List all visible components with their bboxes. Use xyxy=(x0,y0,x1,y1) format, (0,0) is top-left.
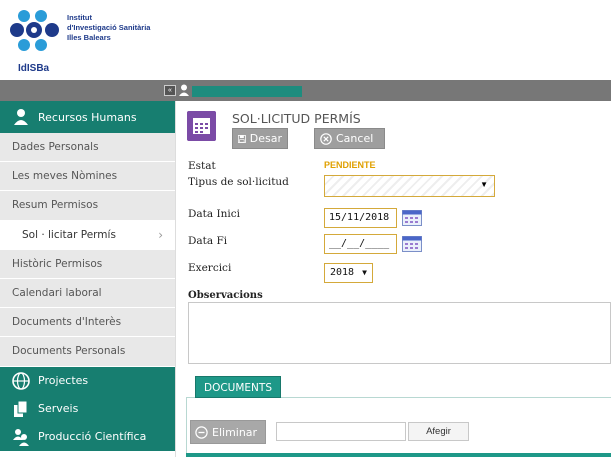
delete-document-button[interactable]: Eliminar xyxy=(190,420,266,444)
save-button-label: Desar xyxy=(249,132,282,145)
person-icon xyxy=(14,109,28,125)
cancel-circle-icon xyxy=(320,132,332,145)
institute-abbreviation: IdISBa xyxy=(18,63,50,74)
sidebar-section-recursos-humans[interactable]: Recursos Humans xyxy=(0,101,175,133)
sidebar-item-resum-permisos[interactable]: Resum Permisos xyxy=(0,191,175,221)
save-button[interactable]: Desar xyxy=(232,128,288,149)
institute-name: Institut d'Investigació Sanitària Illes … xyxy=(67,13,151,42)
sidebar-item-nomines[interactable]: Les meves Nòmines xyxy=(0,162,175,192)
sidebar-item-dades-personals[interactable]: Dades Personals xyxy=(0,133,175,163)
institute-logo-icon xyxy=(10,10,59,51)
sidebar-item-label: Calendari laboral xyxy=(12,287,102,300)
chevron-right-icon: › xyxy=(158,227,163,242)
calendar-picker-icon[interactable] xyxy=(402,210,422,226)
tab-documents[interactable]: DOCUMENTS xyxy=(195,376,281,398)
sidebar-section-label: Recursos Humans xyxy=(38,110,137,124)
sidebar-item-label: Resum Permisos xyxy=(12,199,99,212)
sidebar-section-label: Projectes xyxy=(38,374,89,387)
sidebar-item-historic-permisos[interactable]: Històric Permisos xyxy=(0,249,175,279)
add-document-button[interactable]: Afegir xyxy=(408,422,469,441)
data-fi-input[interactable]: __/__/____ xyxy=(324,234,397,254)
dropdown-arrow-icon: ▼ xyxy=(362,268,367,277)
sidebar-item-calendari-laboral[interactable]: Calendari laboral xyxy=(0,278,175,309)
cancel-button-label: Cancel xyxy=(336,132,374,145)
user-icon xyxy=(179,84,189,96)
collapse-sidebar-button[interactable]: « xyxy=(164,85,176,96)
top-bar xyxy=(0,80,611,101)
page-title: SOL·LICITUD PERMÍS xyxy=(232,111,361,126)
estat-label: Estat xyxy=(188,160,216,172)
data-fi-label: Data Fi xyxy=(188,235,228,247)
sidebar-item-label: Històric Permisos xyxy=(12,257,103,270)
documents-bottom-bar xyxy=(186,453,611,457)
exercici-select[interactable]: 2018 ▼ xyxy=(324,263,373,283)
floppy-disk-icon xyxy=(238,134,246,143)
exercici-label: Exercici xyxy=(188,262,232,274)
sidebar: Recursos Humans Dades Personals Les meve… xyxy=(0,101,176,457)
sidebar-section-label: Producció Científica xyxy=(38,430,147,443)
main-content: SOL·LICITUD PERMÍS Desar Cancel Estat PE… xyxy=(176,101,611,457)
user-name-bar[interactable] xyxy=(192,86,302,97)
dropdown-arrow-icon: ▼ xyxy=(480,180,488,189)
sidebar-section-label: Serveis xyxy=(38,402,79,415)
tipus-sollicitud-select[interactable]: ▼ xyxy=(324,175,495,197)
sidebar-section-projectes[interactable]: Projectes xyxy=(0,366,175,395)
delete-button-label: Eliminar xyxy=(212,425,258,439)
observacions-textarea[interactable] xyxy=(188,302,611,364)
sidebar-item-label: Les meves Nòmines xyxy=(12,170,118,183)
sidebar-item-documents-interes[interactable]: Documents d'Interès xyxy=(0,308,175,338)
tipus-sollicitud-label: Tipus de sol·licitud xyxy=(188,176,289,188)
documents-icon xyxy=(14,400,28,417)
sidebar-item-label: Documents d'Interès xyxy=(12,316,122,329)
sidebar-section-produccio-cientifica[interactable]: Producció Científica xyxy=(0,422,175,451)
globe-icon xyxy=(12,371,30,390)
sidebar-item-label: Sol · licitar Permís xyxy=(22,228,116,241)
cancel-button[interactable]: Cancel xyxy=(314,128,385,149)
data-inici-input[interactable]: 15/11/2018 xyxy=(324,208,397,228)
calendar-icon xyxy=(187,111,216,141)
sidebar-item-sollicitar-permis[interactable]: Sol · licitar Permís › xyxy=(0,220,175,250)
sidebar-item-label: Documents Personals xyxy=(12,345,126,358)
status-badge: PENDIENTE xyxy=(324,160,376,170)
people-icon xyxy=(13,428,29,446)
minus-circle-icon xyxy=(195,425,208,439)
sidebar-item-documents-personals[interactable]: Documents Personals xyxy=(0,337,175,367)
data-inici-label: Data Inici xyxy=(188,208,241,220)
file-input[interactable] xyxy=(276,422,406,441)
exercici-value: 2018 xyxy=(330,267,355,278)
observacions-label: Observacions xyxy=(188,290,263,301)
calendar-picker-icon[interactable] xyxy=(402,236,422,252)
header: Institut d'Investigació Sanitària Illes … xyxy=(0,0,611,80)
sidebar-item-label: Dades Personals xyxy=(12,141,99,154)
sidebar-section-serveis[interactable]: Serveis xyxy=(0,394,175,423)
